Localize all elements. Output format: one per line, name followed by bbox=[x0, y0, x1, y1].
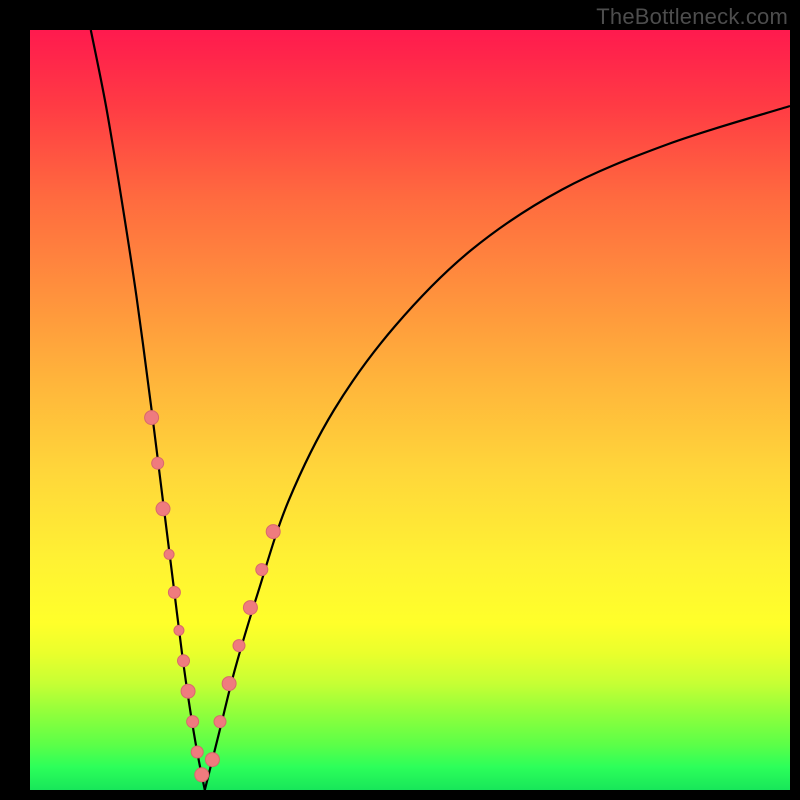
data-marker bbox=[164, 549, 174, 559]
data-marker bbox=[191, 746, 203, 758]
data-marker bbox=[214, 716, 226, 728]
data-marker bbox=[233, 640, 245, 652]
data-marker bbox=[187, 716, 199, 728]
data-marker bbox=[256, 564, 268, 576]
chart-frame: TheBottleneck.com bbox=[0, 0, 800, 800]
data-marker bbox=[174, 625, 184, 635]
data-marker bbox=[168, 586, 180, 598]
data-marker bbox=[181, 684, 195, 698]
data-marker bbox=[222, 677, 236, 691]
data-marker bbox=[178, 655, 190, 667]
chart-svg bbox=[30, 30, 790, 790]
left-branch-line bbox=[91, 30, 205, 790]
watermark-text: TheBottleneck.com bbox=[596, 4, 788, 30]
data-marker bbox=[145, 411, 159, 425]
data-marker bbox=[205, 753, 219, 767]
left-marker-cluster bbox=[145, 411, 209, 782]
right-branch-line bbox=[205, 106, 790, 790]
data-marker bbox=[195, 768, 209, 782]
data-marker bbox=[243, 601, 257, 615]
data-marker bbox=[156, 502, 170, 516]
data-marker bbox=[152, 457, 164, 469]
data-marker bbox=[266, 525, 280, 539]
right-marker-cluster bbox=[205, 525, 280, 767]
plot-area bbox=[30, 30, 790, 790]
